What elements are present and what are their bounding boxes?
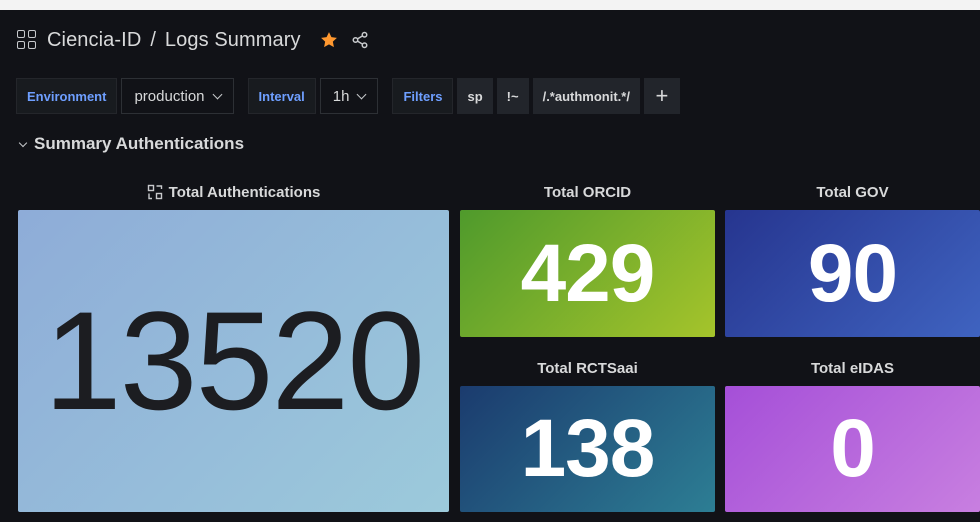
filter-key[interactable]: sp (457, 78, 493, 114)
panel-title-text: Total Authentications (168, 183, 321, 201)
chevron-down-icon (357, 89, 367, 99)
panel-title-total-eidas[interactable]: Total eIDAS (725, 357, 980, 379)
environment-value: production (134, 87, 205, 105)
interval-select[interactable]: 1h (319, 78, 379, 114)
add-filter-button[interactable]: + (643, 78, 680, 114)
filter-value[interactable]: /.*authmonit.*/ (532, 78, 640, 114)
stat-total-orcid: 429 (460, 210, 715, 337)
star-icon[interactable] (319, 30, 339, 50)
interval-label: Interval (247, 78, 316, 114)
stat-value: 13520 (43, 282, 425, 439)
stat-total-eidas: 0 (725, 386, 980, 512)
panel-title-total-gov[interactable]: Total GOV (725, 181, 980, 203)
stat-value: 0 (830, 403, 876, 494)
row-title: Summary Authentications (34, 134, 245, 153)
chevron-down-icon (18, 138, 28, 147)
panel-links-icon (147, 184, 162, 200)
stat-total-authentications: 13520 (18, 210, 449, 512)
stat-total-gov: 90 (725, 210, 980, 337)
panel-title-total-orcid[interactable]: Total ORCID (460, 181, 715, 203)
stat-value: 138 (520, 403, 656, 494)
dashboard-title[interactable]: Logs Summary (165, 29, 301, 52)
dashboards-grid-icon[interactable] (17, 30, 37, 50)
filter-operator[interactable]: !~ (496, 78, 529, 114)
breadcrumb-folder[interactable]: Ciencia-ID (47, 29, 141, 52)
chevron-down-icon (212, 89, 222, 99)
interval-value: 1h (332, 87, 350, 105)
environment-select[interactable]: production (121, 78, 234, 114)
stat-value: 90 (807, 227, 898, 319)
panel-title-total-rctsaai[interactable]: Total RCTSaai (460, 357, 715, 379)
row-header[interactable]: Summary Authentications (18, 134, 245, 154)
variables-bar: Environment production Interval 1h Filte… (16, 78, 680, 114)
dashboard-frame: Ciencia-ID / Logs Summary Environment pr… (0, 10, 980, 522)
share-icon[interactable] (351, 31, 369, 49)
stat-value: 429 (520, 227, 656, 319)
breadcrumb-separator: / (150, 28, 156, 51)
dashboard-header: Ciencia-ID / Logs Summary (0, 10, 980, 70)
filters-label: Filters (392, 78, 454, 114)
environment-label: Environment (16, 78, 118, 114)
stat-total-rctsaai: 138 (460, 386, 715, 512)
panel-title-total-authentications[interactable]: Total Authentications (18, 181, 449, 203)
